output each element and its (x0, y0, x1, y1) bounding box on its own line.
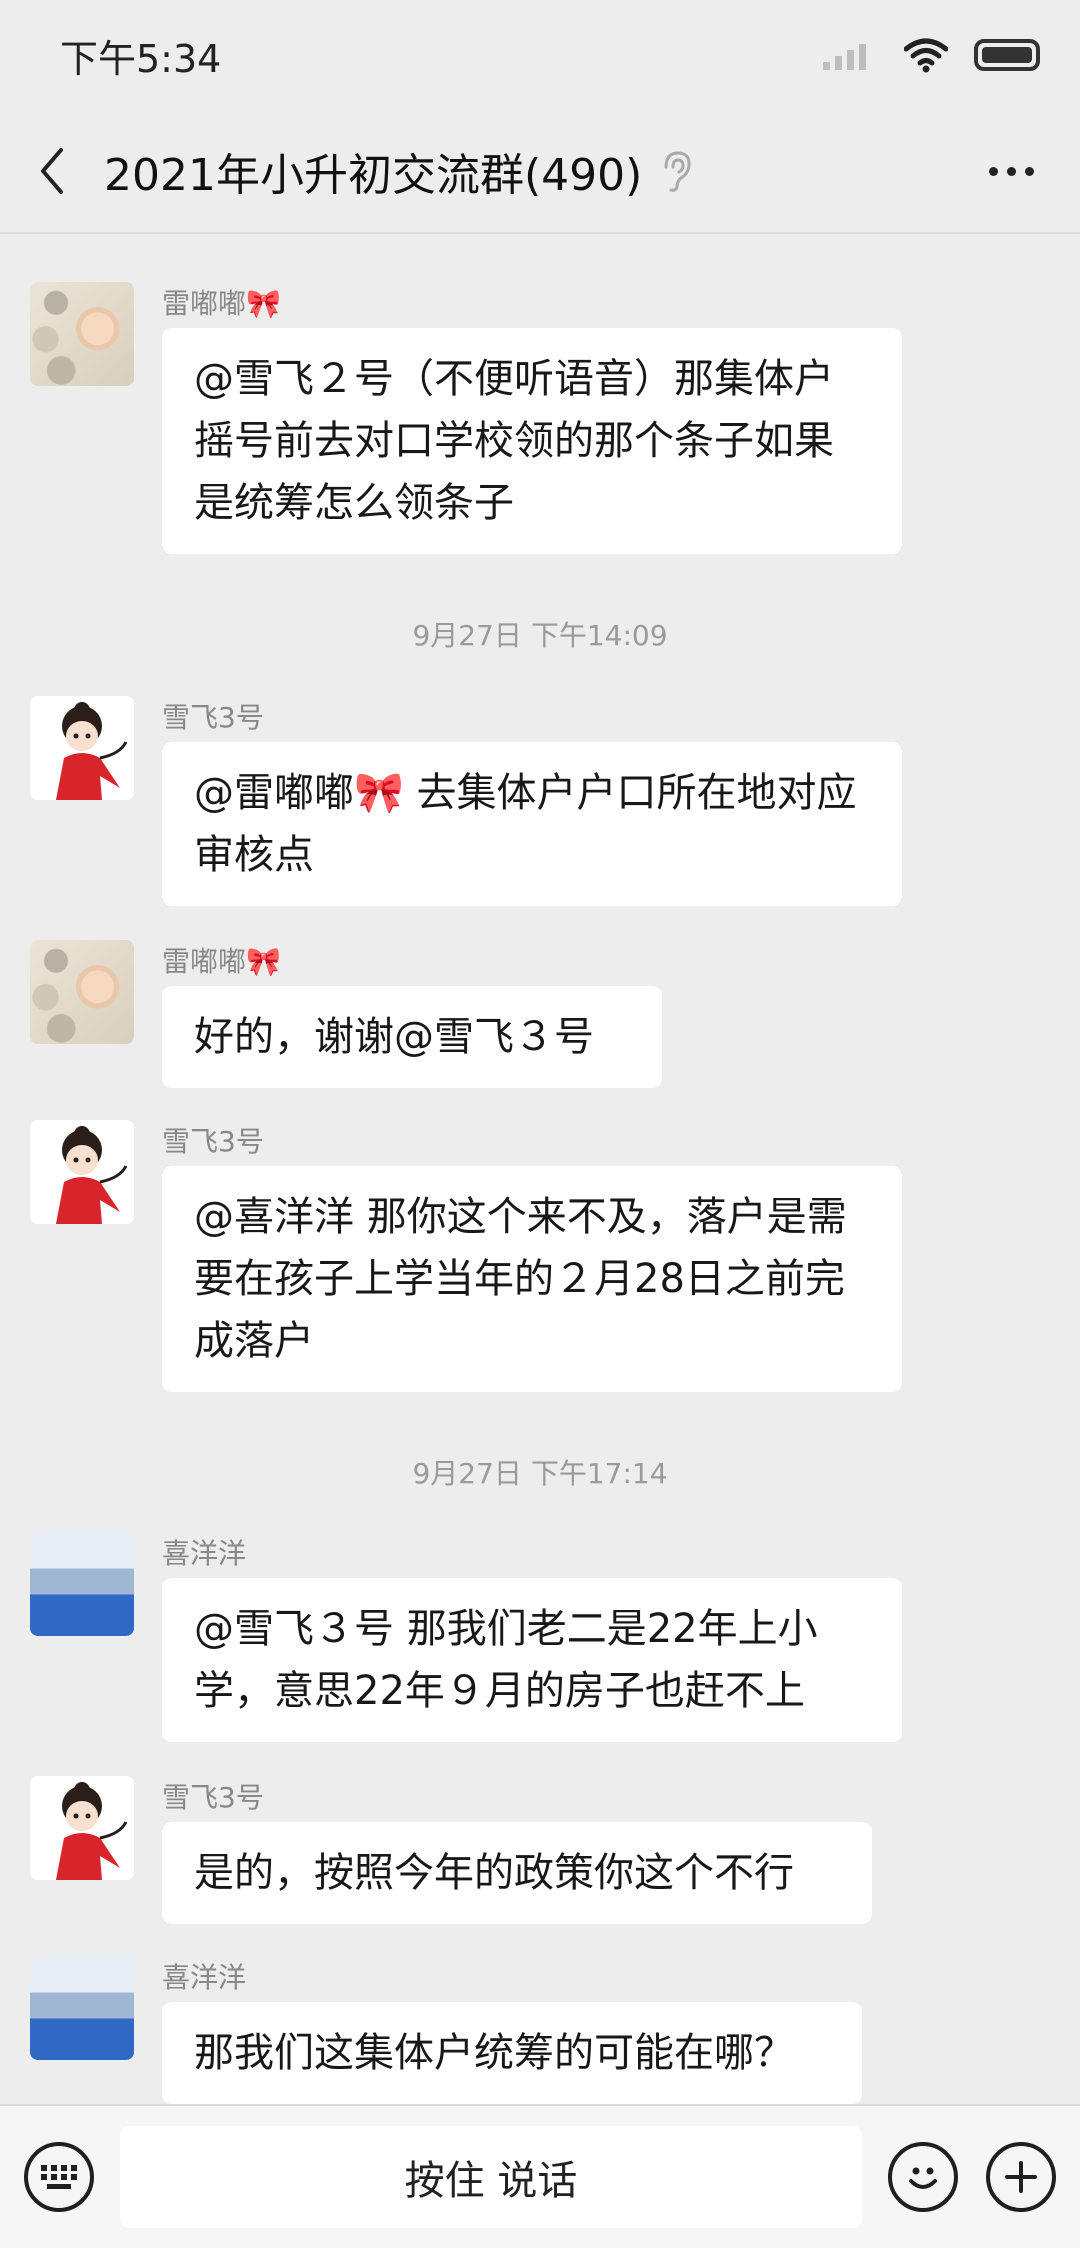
sender-name: 雪飞3号 (162, 701, 264, 734)
message-bubble[interactable]: 是的，按照今年的政策你这个不行 (162, 1822, 872, 1924)
message-item: 喜洋洋 那我们这集体户统筹的可能在哪？ (30, 1956, 862, 2104)
plus-icon (1005, 2161, 1037, 2193)
chat-header: 2021年小升初交流群(490) (0, 110, 1080, 234)
avatar[interactable] (30, 1120, 134, 1224)
sender-name: 雪飞3号 (162, 1125, 264, 1158)
status-icons (823, 37, 1040, 73)
more-dot-icon (988, 166, 998, 176)
message-bubble[interactable]: @雷嘟嘟🎀 去集体户户口所在地对应审核点 (162, 742, 902, 906)
wifi-icon (904, 38, 948, 73)
more-dot-icon (1024, 166, 1034, 176)
cartoon-avatar-icon (30, 1120, 134, 1224)
sender-name: 喜洋洋 (162, 1961, 247, 1994)
message-item: 喜洋洋 @雪飞３号 那我们老二是22年上小学，意思22年９月的房子也赶不上 (30, 1532, 902, 1742)
sender-name: 雪飞3号 (162, 1781, 264, 1814)
message-item: 雷嘟嘟🎀 @雪飞２号（不便听语音）那集体户摇号前去对口学校领的那个条子如果是统筹… (30, 282, 902, 554)
timestamp: 9月27日 下午17:14 (412, 1457, 668, 1490)
timestamp: 9月27日 下午14:09 (412, 619, 668, 652)
avatar[interactable] (30, 696, 134, 800)
message-body: 喜洋洋 那我们这集体户统筹的可能在哪？ (162, 1956, 862, 2104)
avatar[interactable] (30, 940, 134, 1044)
status-time: 下午5:34 (60, 36, 222, 81)
avatar[interactable] (30, 1776, 134, 1880)
hold-to-talk-button[interactable]: 按住 说话 (120, 2126, 862, 2228)
ear-icon (664, 151, 691, 192)
more-dot-icon (1006, 166, 1016, 176)
back-button[interactable] (24, 136, 80, 206)
battery-icon (974, 39, 1040, 71)
message-body: 雷嘟嘟🎀 好的，谢谢@雪飞３号 (162, 940, 662, 1088)
status-bar: 下午5:34 (0, 0, 1080, 110)
more-functions-button[interactable] (986, 2142, 1056, 2212)
sender-name: 雷嘟嘟🎀 (162, 945, 281, 978)
message-body: 雪飞3号 @雷嘟嘟🎀 去集体户户口所在地对应审核点 (162, 696, 902, 906)
avatar[interactable] (30, 282, 134, 386)
sender-name: 喜洋洋 (162, 1537, 247, 1570)
input-bar: 按住 说话 (0, 2104, 1080, 2248)
sender-name: 雷嘟嘟🎀 (162, 287, 281, 320)
message-item: 雪飞3号 @雷嘟嘟🎀 去集体户户口所在地对应审核点 (30, 696, 902, 906)
message-bubble[interactable]: @喜洋洋 那你这个来不及，落户是需要在孩子上学当年的２月28日之前完成落户 (162, 1166, 902, 1392)
message-item: 雪飞3号 @喜洋洋 那你这个来不及，落户是需要在孩子上学当年的２月28日之前完成… (30, 1120, 902, 1392)
message-body: 雪飞3号 是的，按照今年的政策你这个不行 (162, 1776, 872, 1924)
message-body: 雪飞3号 @喜洋洋 那你这个来不及，落户是需要在孩子上学当年的２月28日之前完成… (162, 1120, 902, 1392)
avatar[interactable] (30, 1956, 134, 2060)
emoji-button[interactable] (888, 2142, 958, 2212)
message-bubble[interactable]: @雪飞３号 那我们老二是22年上小学，意思22年９月的房子也赶不上 (162, 1578, 902, 1742)
message-body: 雷嘟嘟🎀 @雪飞２号（不便听语音）那集体户摇号前去对口学校领的那个条子如果是统筹… (162, 282, 902, 554)
message-list[interactable]: 雷嘟嘟🎀 @雪飞２号（不便听语音）那集体户摇号前去对口学校领的那个条子如果是统筹… (0, 236, 1080, 2106)
chat-title: 2021年小升初交流群(490) (104, 150, 643, 201)
message-item: 雪飞3号 是的，按照今年的政策你这个不行 (30, 1776, 872, 1924)
message-bubble[interactable]: @雪飞２号（不便听语音）那集体户摇号前去对口学校领的那个条子如果是统筹怎么领条子 (162, 328, 902, 554)
message-bubble[interactable]: 那我们这集体户统筹的可能在哪？ (162, 2002, 862, 2104)
message-item: 雷嘟嘟🎀 好的，谢谢@雪飞３号 (30, 940, 662, 1088)
cell-signal-icon (823, 40, 878, 70)
message-bubble[interactable]: 好的，谢谢@雪飞３号 (162, 986, 662, 1088)
avatar[interactable] (30, 1532, 134, 1636)
keyboard-button[interactable] (24, 2142, 94, 2212)
more-options-button[interactable] (966, 141, 1056, 201)
cartoon-avatar-icon (30, 1776, 134, 1880)
message-body: 喜洋洋 @雪飞３号 那我们老二是22年上小学，意思22年９月的房子也赶不上 (162, 1532, 902, 1742)
cartoon-avatar-icon (30, 696, 134, 800)
smiley-icon (909, 2167, 937, 2189)
keyboard-icon (41, 2165, 77, 2189)
chevron-left-icon (41, 148, 63, 194)
